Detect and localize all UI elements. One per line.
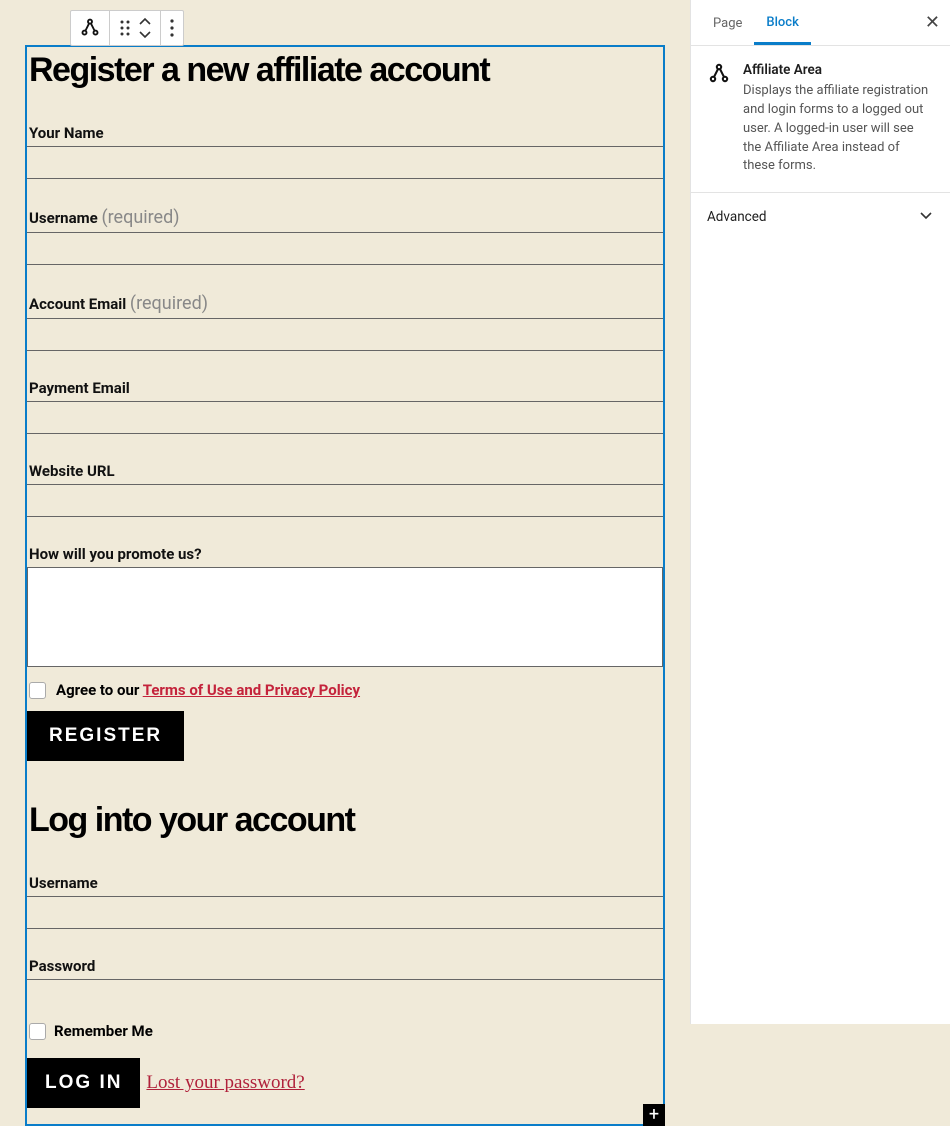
block-toolbar [70, 10, 184, 46]
login-heading: Log into your account [27, 801, 663, 840]
affiliate-area-block[interactable]: Register a new affiliate account Your Na… [25, 45, 665, 1126]
register-button[interactable]: REGISTER [27, 711, 184, 761]
sidebar-block-description: Displays the affiliate registration and … [743, 78, 934, 192]
label-login-username: Username [27, 840, 663, 897]
advanced-panel-toggle[interactable]: Advanced [691, 193, 950, 241]
required-marker: (required) [101, 207, 179, 228]
tab-page[interactable]: Page [701, 2, 754, 43]
input-payment-email[interactable] [27, 402, 663, 434]
close-icon: ✕ [925, 12, 940, 33]
toolbar-drag-move[interactable] [110, 11, 161, 45]
advanced-label: Advanced [707, 209, 767, 225]
toolbar-more-options[interactable] [161, 11, 183, 45]
input-your-name[interactable] [27, 147, 663, 179]
label-payment-email: Payment Email [27, 351, 663, 402]
label-username-text: Username [29, 209, 98, 227]
register-heading: Register a new affiliate account [27, 51, 663, 90]
input-account-email[interactable] [27, 319, 663, 351]
settings-sidebar: Page Block ✕ Affiliate Area Displays the… [690, 0, 950, 1024]
tab-block[interactable]: Block [754, 1, 810, 45]
plus-icon: + [649, 1106, 659, 1124]
chevron-down-icon [918, 207, 934, 227]
toolbar-block-type[interactable] [71, 11, 110, 45]
required-marker: (required) [130, 293, 208, 314]
label-account-email-text: Account Email [29, 295, 126, 313]
chevron-up-icon[interactable] [138, 17, 152, 27]
login-button[interactable]: LOG IN [27, 1058, 140, 1108]
more-vertical-icon [169, 18, 175, 38]
input-website-url[interactable] [27, 485, 663, 517]
remember-label: Remember Me [54, 1022, 153, 1040]
close-sidebar-button[interactable]: ✕ [925, 12, 940, 33]
terms-link[interactable]: Terms of Use and Privacy Policy [143, 681, 360, 699]
sidebar-block-title: Affiliate Area [743, 62, 934, 78]
input-login-password[interactable] [27, 980, 663, 1012]
agree-text: Agree to our Terms of Use and Privacy Po… [56, 681, 360, 699]
label-account-email: Account Email (required) [27, 265, 663, 319]
chevron-down-icon[interactable] [138, 29, 152, 39]
textarea-promote[interactable] [27, 567, 663, 667]
add-block-button[interactable]: + [643, 1104, 665, 1126]
drag-handle-icon [118, 18, 132, 38]
agree-checkbox[interactable] [29, 682, 46, 699]
affiliate-icon [79, 17, 101, 39]
remember-checkbox[interactable] [29, 1023, 46, 1040]
input-login-username[interactable] [27, 897, 663, 929]
label-login-password: Password [27, 929, 663, 980]
label-website-url: Website URL [27, 434, 663, 485]
affiliate-icon [707, 62, 731, 192]
label-promote: How will you promote us? [27, 517, 663, 567]
input-username[interactable] [27, 233, 663, 265]
label-your-name: Your Name [27, 90, 663, 147]
lost-password-link[interactable]: Lost your password? [144, 1072, 304, 1094]
label-username: Username (required) [27, 179, 663, 233]
